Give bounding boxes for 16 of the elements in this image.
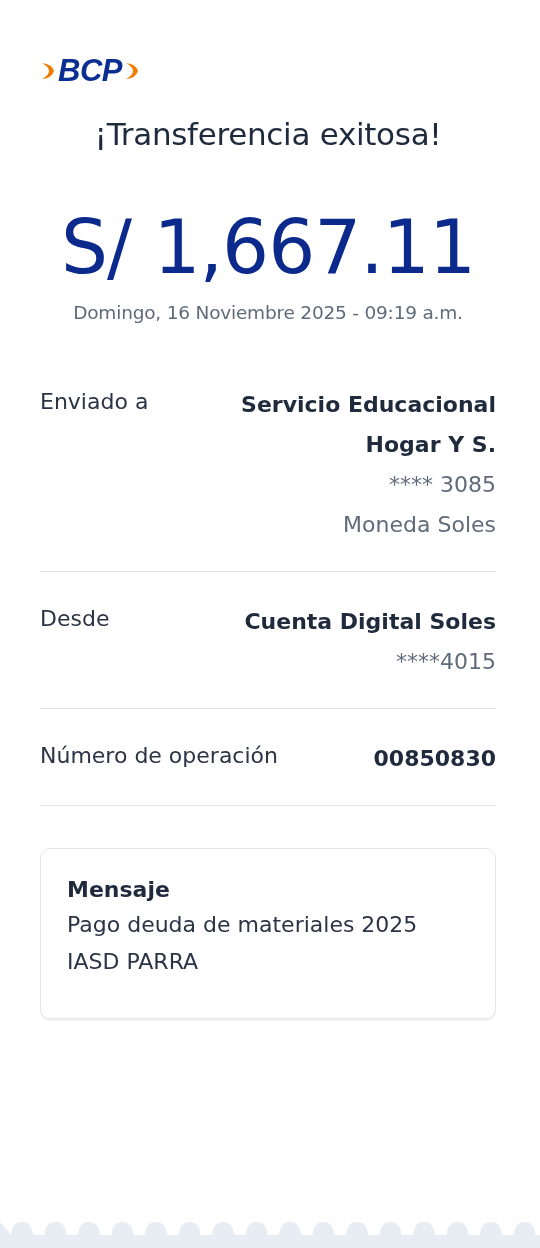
date-time: Domingo, 16 Noviembre 2025 - 09:19 a.m. bbox=[72, 302, 464, 323]
chevron-icon bbox=[40, 60, 56, 82]
bcp-logo: BCP bbox=[40, 54, 496, 88]
detail-value: Cuenta Digital Soles bbox=[244, 608, 496, 636]
detail-value: Servicio Educacional Hogar Y S. bbox=[240, 391, 496, 459]
detail-value: 00850830 bbox=[373, 745, 496, 773]
detail-value: Moneda Soles bbox=[343, 511, 496, 539]
amount: S/ 1,667.11 bbox=[60, 204, 476, 290]
detail-label: Desde bbox=[40, 605, 110, 633]
message-text: Pago deuda de materiales 2025 IASD PARRA bbox=[67, 911, 419, 976]
detail-label: Enviado a bbox=[40, 388, 149, 416]
detail-value: ****4015 bbox=[396, 648, 496, 676]
success-title: ¡Transferencia exitosa! bbox=[93, 116, 443, 152]
detail-value: **** 3085 bbox=[389, 471, 496, 499]
detail-label: Número de operación bbox=[40, 742, 278, 770]
message-title: Mensaje bbox=[67, 877, 171, 902]
